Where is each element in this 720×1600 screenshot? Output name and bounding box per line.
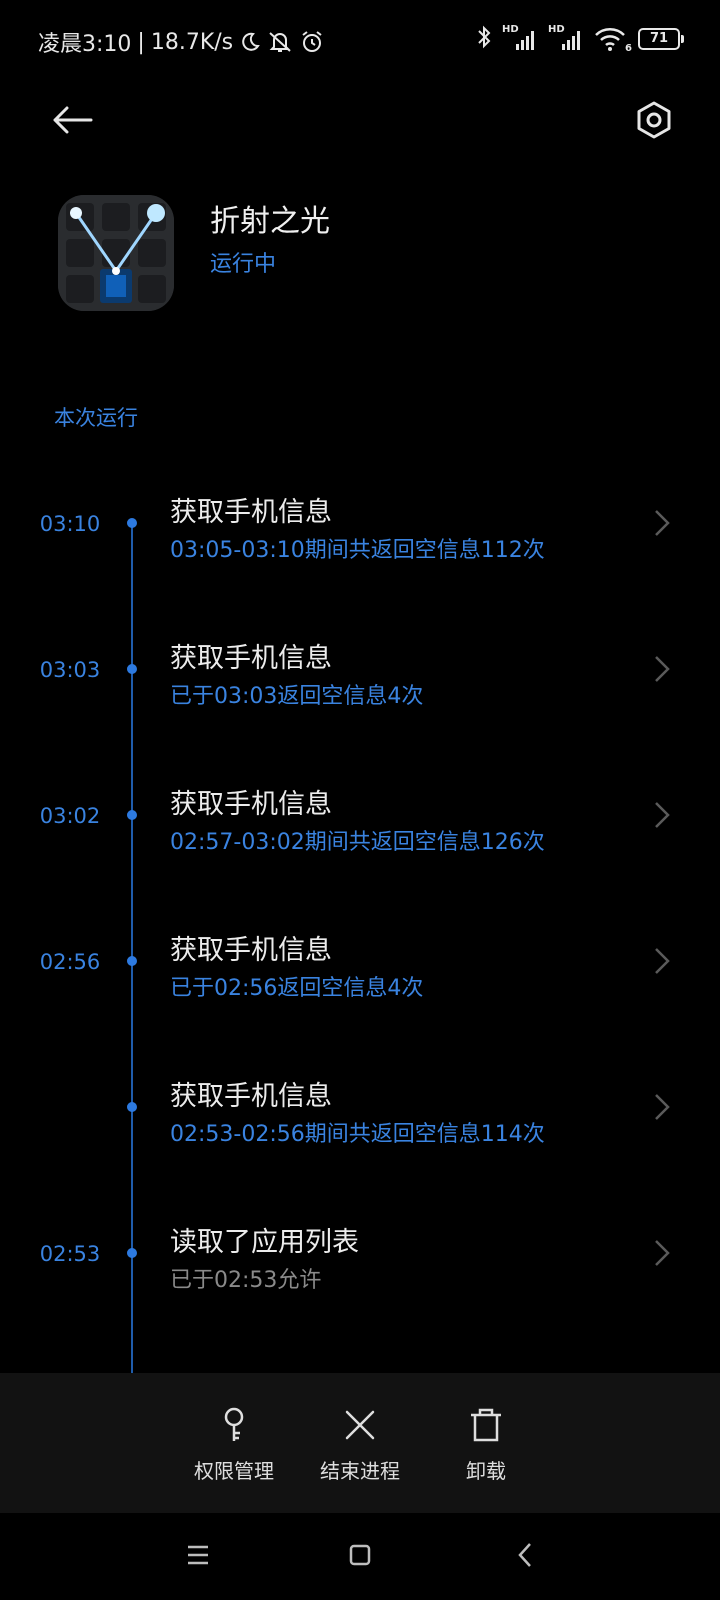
timeline-item[interactable]: 03:10 获取手机信息 03:05-03:10期间共返回空信息112次 (0, 488, 720, 634)
status-bar: 凌晨3:10 | 18.7K/s HD HD 6 71 (0, 0, 720, 84)
timeline-dot (127, 1248, 137, 1258)
force-stop-label: 结束进程 (320, 1459, 400, 1483)
timeline-title: 获取手机信息 (170, 643, 332, 674)
status-separator: | (137, 29, 145, 55)
home-icon (349, 1544, 371, 1566)
chevron-right-icon (655, 1094, 670, 1120)
timeline-time: 03:10 (39, 512, 101, 536)
nav-home-button[interactable] (340, 1535, 380, 1575)
timeline-dot (127, 664, 137, 674)
permissions-label: 权限管理 (194, 1459, 274, 1483)
chevron-right-icon (655, 948, 670, 974)
gear-icon (637, 101, 671, 139)
bell-off-icon (267, 30, 293, 54)
app-run-status: 运行中 (210, 252, 277, 277)
app-name: 折射之光 (210, 204, 330, 239)
signal-icon-1: HD (502, 24, 538, 52)
wifi-badge: 6 (625, 43, 632, 54)
status-time: 凌晨3:10 (38, 32, 132, 57)
chevron-right-icon (655, 802, 670, 828)
timeline-time: 03:03 (39, 658, 101, 682)
settings-button[interactable] (628, 94, 680, 146)
permissions-button[interactable]: 权限管理 (169, 1373, 299, 1513)
timeline-subtitle: 已于02:53允许 (170, 1268, 322, 1293)
navigation-bar (0, 1513, 720, 1600)
arrow-left-icon (53, 106, 93, 134)
timeline-title: 获取手机信息 (170, 1081, 332, 1112)
timeline-title: 获取手机信息 (170, 497, 332, 528)
timeline-item[interactable]: 03:02 获取手机信息 02:57-03:02期间共返回空信息126次 (0, 780, 720, 926)
bottom-action-bar: 权限管理 结束进程 卸载 (0, 1373, 720, 1513)
timeline-subtitle: 已于03:03返回空信息4次 (170, 684, 424, 709)
alarm-icon (299, 30, 325, 54)
timeline-time: 02:53 (39, 1242, 101, 1266)
moon-icon (239, 31, 261, 53)
back-button[interactable] (46, 94, 98, 146)
refraction-light-logo-icon (58, 195, 174, 311)
menu-icon (188, 1545, 208, 1565)
uninstall-button[interactable]: 卸载 (421, 1373, 551, 1513)
timeline-item[interactable]: 03:03 获取手机信息 已于03:03返回空信息4次 (0, 634, 720, 780)
timeline-dot (127, 810, 137, 820)
force-stop-button[interactable]: 结束进程 (295, 1373, 425, 1513)
timeline-dot (127, 518, 137, 528)
section-title-current-run: 本次运行 (54, 406, 138, 430)
timeline-title: 获取手机信息 (170, 935, 332, 966)
nav-menu-button[interactable] (178, 1535, 218, 1575)
timeline-subtitle: 02:53-02:56期间共返回空信息114次 (170, 1122, 545, 1147)
signal-icon-2: HD (548, 24, 584, 52)
app-icon (58, 195, 174, 311)
timeline-dot (127, 1102, 137, 1112)
key-icon (224, 1407, 244, 1441)
trash-icon (471, 1408, 501, 1442)
nav-back-button[interactable] (505, 1535, 545, 1575)
timeline-item[interactable]: 02:53 读取了应用列表 已于02:53允许 (0, 1218, 720, 1364)
timeline-subtitle: 02:57-03:02期间共返回空信息126次 (170, 830, 545, 855)
nav-back-icon (518, 1543, 531, 1567)
status-network-speed: 18.7K/s (150, 29, 234, 55)
bluetooth-icon (476, 24, 492, 54)
chevron-right-icon (655, 510, 670, 536)
timeline-dot (127, 956, 137, 966)
battery-indicator: 71 (638, 28, 684, 50)
timeline-title: 读取了应用列表 (170, 1227, 359, 1258)
timeline-time: 03:02 (39, 804, 101, 828)
timeline-title: 获取手机信息 (170, 789, 332, 820)
uninstall-label: 卸载 (466, 1459, 506, 1483)
status-left: 凌晨3:10 | 18.7K/s (38, 26, 325, 58)
close-icon (345, 1410, 375, 1440)
chevron-right-icon (655, 656, 670, 682)
status-right: HD HD 6 71 (476, 24, 684, 54)
timeline-subtitle: 03:05-03:10期间共返回空信息112次 (170, 538, 545, 563)
timeline-time: 02:56 (39, 950, 101, 974)
wifi-icon: 6 (594, 26, 632, 54)
chevron-right-icon (655, 1240, 670, 1266)
timeline-item[interactable]: 获取手机信息 02:53-02:56期间共返回空信息114次 (0, 1072, 720, 1218)
timeline-item[interactable]: 02:56 获取手机信息 已于02:56返回空信息4次 (0, 926, 720, 1072)
timeline-subtitle: 已于02:56返回空信息4次 (170, 976, 424, 1001)
